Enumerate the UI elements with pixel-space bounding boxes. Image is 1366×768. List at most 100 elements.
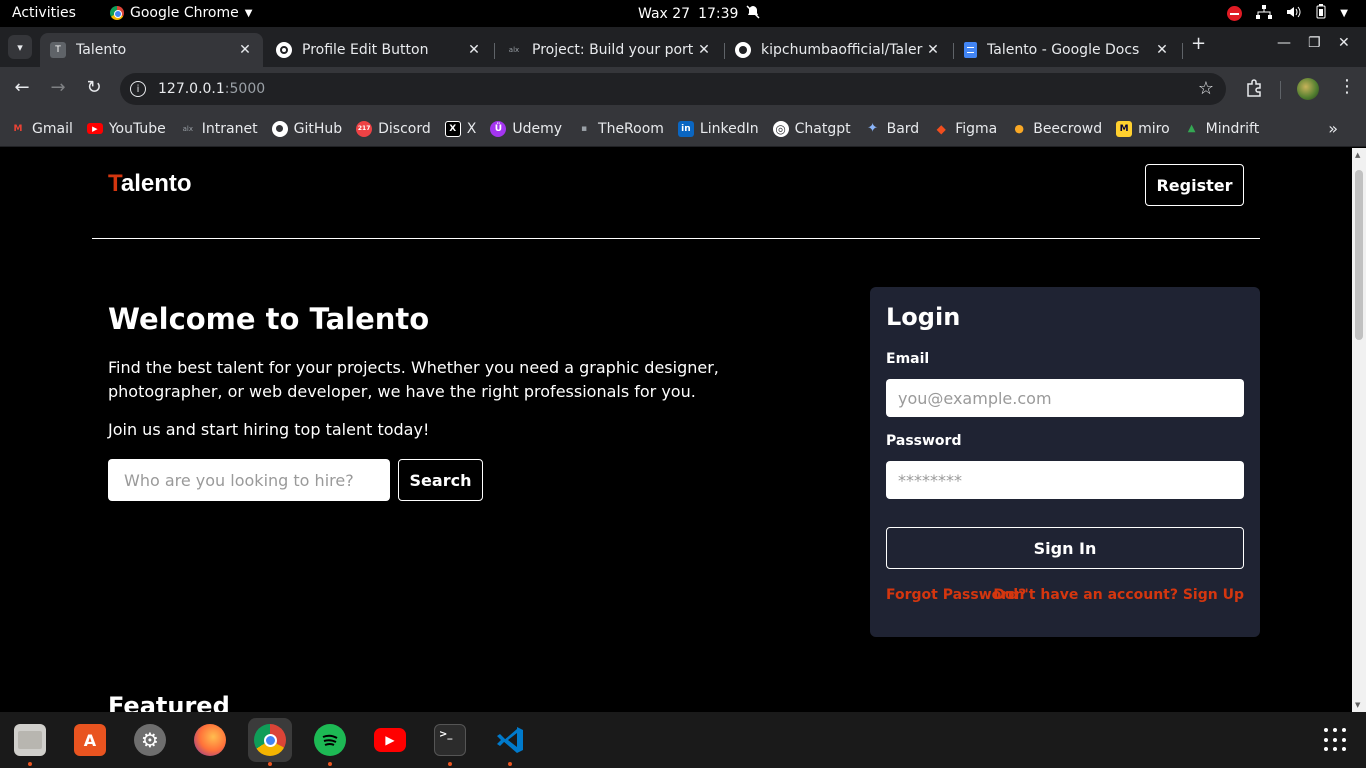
scroll-up-icon[interactable]: ▲ [1355, 151, 1360, 159]
bookmark-beecrowd[interactable]: ● Beecrowd [1011, 121, 1102, 137]
close-tab-icon[interactable]: ✕ [696, 42, 712, 58]
search-button[interactable]: Search [398, 459, 483, 501]
bookmark-star-icon[interactable]: ☆ [1198, 78, 1214, 99]
youtube-icon: ▶ [86, 123, 103, 134]
bookmark-x[interactable]: XX [444, 120, 477, 137]
close-tab-icon[interactable]: ✕ [925, 42, 941, 58]
profile-avatar[interactable] [1297, 78, 1319, 100]
new-tab-icon[interactable]: + [1191, 33, 1206, 54]
sign-up-link[interactable]: Don't have an account? Sign Up [993, 587, 1244, 603]
minimize-icon[interactable]: — [1277, 35, 1291, 51]
login-title: Login [886, 303, 961, 331]
close-window-icon[interactable]: ✕ [1338, 35, 1350, 51]
more-bookmarks-icon[interactable]: » [1328, 119, 1338, 138]
tab-title: Talento [76, 42, 127, 58]
date-label: Wax 27 [638, 6, 691, 22]
bookmark-label: X [466, 120, 477, 137]
page-scrollbar[interactable]: ▲ ▼ [1352, 148, 1366, 712]
activities-button[interactable]: Activities [12, 5, 76, 21]
scroll-down-icon[interactable]: ▼ [1355, 701, 1360, 709]
welcome-heading: Welcome to Talento [108, 302, 430, 336]
bookmark-udemy[interactable]: Ü Udemy [490, 120, 563, 137]
chrome-menu-icon[interactable]: ⋮ [1338, 76, 1356, 97]
youtube-app-icon[interactable]: ▶ [368, 718, 412, 762]
password-field[interactable] [886, 461, 1244, 499]
bookmark-label: miro [1138, 120, 1170, 137]
sign-in-button[interactable]: Sign In [886, 527, 1244, 569]
theroom-icon: ▪ [580, 123, 588, 134]
spotify-icon[interactable] [308, 718, 352, 766]
maximize-icon[interactable]: ❐ [1308, 35, 1321, 51]
site-info-icon[interactable]: i [130, 81, 146, 97]
talento-logo[interactable]: Talento [108, 170, 192, 198]
close-tab-icon[interactable]: ✕ [1154, 42, 1170, 58]
bookmark-label: Intranet [201, 120, 258, 137]
bookmark-label: Gmail [32, 120, 73, 137]
clock[interactable]: Wax 27 17:39 [638, 5, 760, 23]
page-viewport: Talento Register Welcome to Talento Find… [0, 148, 1352, 712]
tab-title: kipchumbaofficial/Taler [761, 42, 923, 58]
tab-project[interactable]: alx Project: Build your port ✕ [496, 33, 722, 67]
email-field[interactable] [886, 379, 1244, 417]
dock: A ⚙ ▶ >_ [0, 712, 1366, 768]
back-arrow-icon[interactable]: ← [10, 77, 34, 98]
system-top-bar: Activities Google Chrome ▼ Wax 27 17:39 … [0, 0, 1366, 27]
tab-search-button[interactable]: ▾ [8, 35, 32, 59]
bookmark-label: Beecrowd [1033, 120, 1103, 137]
bookmark-miro[interactable]: Mmiro [1116, 120, 1170, 137]
tab-talento[interactable]: T Talento ✕ [40, 33, 263, 67]
battery-icon [1316, 4, 1326, 23]
beecrowd-icon: ● [1014, 122, 1025, 135]
bookmarks-bar: M Gmail ▶ YouTube alx Intranet GitHub 217 Di… [0, 111, 1366, 147]
tab-separator [494, 43, 495, 59]
bookmark-discord[interactable]: 217 Discord [356, 120, 431, 137]
firefox-icon[interactable] [188, 718, 232, 762]
register-button[interactable]: Register [1145, 164, 1244, 206]
terminal-icon[interactable]: >_ [428, 718, 472, 766]
vscode-icon[interactable] [488, 718, 532, 766]
browser-toolbar: ← → ↻ i 127.0.0.1 :5000 ☆ ⋮ [0, 67, 1366, 111]
hero-description: Find the best talent for your projects. … [108, 358, 719, 401]
bookmark-bard[interactable]: ✦ Bard [865, 120, 920, 137]
bookmark-linkedin[interactable]: in LinkedIn [677, 120, 759, 137]
bookmark-gmail[interactable]: M Gmail [10, 121, 73, 137]
bookmark-figma[interactable]: ◆ Figma [933, 121, 998, 137]
app-center-icon[interactable]: A [68, 718, 112, 762]
header-divider [92, 238, 1260, 239]
close-tab-icon[interactable]: ✕ [237, 42, 253, 58]
tab-profile-edit[interactable]: Profile Edit Button ✕ [266, 33, 492, 67]
bookmark-github[interactable]: GitHub [271, 120, 342, 137]
app-menu[interactable]: Google Chrome ▼ [110, 5, 252, 21]
bookmark-label: Udemy [512, 120, 563, 137]
notifications-off-icon [746, 5, 760, 23]
bookmark-label: Bard [886, 120, 920, 137]
tab-github[interactable]: kipchumbaofficial/Taler ✕ [725, 33, 951, 67]
bookmark-theroom[interactable]: ▪ TheRoom [576, 121, 664, 137]
github-icon [271, 120, 288, 137]
tab-google-docs[interactable]: Talento - Google Docs ✕ [954, 33, 1180, 67]
files-app-icon[interactable] [8, 718, 52, 766]
extensions-icon[interactable] [1245, 79, 1263, 101]
talent-search-input[interactable] [108, 459, 390, 501]
close-tab-icon[interactable]: ✕ [466, 42, 482, 58]
discord-icon: 217 [356, 120, 373, 137]
chevron-down-icon: ▼ [244, 7, 253, 19]
settings-icon[interactable]: ⚙ [128, 718, 172, 762]
bookmark-mindrift[interactable]: ▲ Mindrift [1184, 121, 1259, 137]
address-bar[interactable]: i 127.0.0.1 :5000 ☆ [120, 73, 1226, 105]
reload-icon[interactable]: ↻ [82, 77, 106, 98]
chrome-app-icon[interactable] [248, 718, 292, 766]
app-name: Google Chrome [130, 5, 239, 21]
tab-strip: ▾ T Talento ✕ Profile Edit Button ✕ alx … [0, 27, 1366, 67]
scrollbar-thumb[interactable] [1355, 170, 1363, 340]
bookmark-youtube[interactable]: ▶ YouTube [86, 121, 166, 137]
do-not-disturb-icon [1227, 6, 1243, 21]
bookmark-intranet[interactable]: alx Intranet [180, 121, 258, 137]
bookmark-label: LinkedIn [699, 120, 759, 137]
tab-title: Project: Build your port [532, 42, 694, 58]
bookmark-label: TheRoom [598, 120, 664, 137]
bookmark-chatgpt[interactable]: ◎ Chatgpt [772, 120, 851, 137]
forward-arrow-icon[interactable]: → [46, 77, 70, 98]
show-apps-icon[interactable] [1324, 728, 1348, 752]
system-tray[interactable]: ▼ [1227, 4, 1348, 23]
